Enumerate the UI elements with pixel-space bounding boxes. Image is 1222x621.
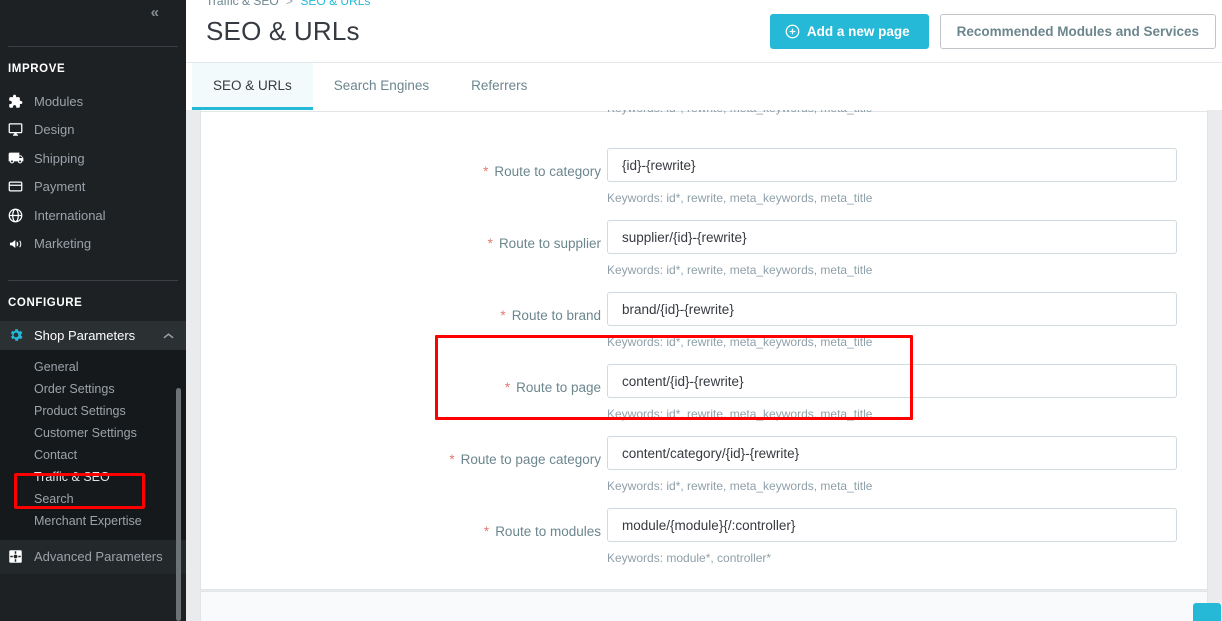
sidebar-item-modules[interactable]: Modules — [0, 87, 186, 116]
label-text: Route to page category — [461, 452, 601, 467]
sidebar-item-payment[interactable]: Payment — [0, 173, 186, 202]
route-to-modules-hint: Keywords: module*, controller* — [607, 551, 771, 565]
label-text: Route to supplier — [499, 236, 601, 251]
sidebar-subitem-traffic-and-seo[interactable]: Traffic & SEO — [0, 466, 186, 488]
page-header: Traffic & SEO > SEO & URLs SEO & URLs Ad… — [186, 0, 1222, 62]
route-to-category-input[interactable] — [607, 148, 1177, 182]
sidebar-subitem-customer-settings[interactable]: Customer Settings — [0, 422, 186, 444]
route-to-modules-field-wrap — [607, 508, 1177, 542]
sidebar-item-label: International — [34, 208, 106, 223]
sidebar-item-label: Advanced Parameters — [34, 549, 163, 564]
label-text: Route to category — [494, 164, 601, 179]
required-asterisk: * — [488, 236, 493, 251]
content-area: Keywords: id*, rewrite, meta_keywords, m… — [186, 110, 1222, 621]
add-a-new-page-label: Add a new page — [807, 24, 910, 39]
route-to-supplier-field-wrap — [607, 220, 1177, 254]
sidebar-item-design[interactable]: Design — [0, 116, 186, 145]
route-to-brand-field-wrap — [607, 292, 1177, 326]
sidebar-item-advanced-parameters[interactable]: Advanced Parameters — [0, 540, 186, 574]
required-asterisk: * — [483, 164, 488, 179]
sidebar-item-international[interactable]: International — [0, 201, 186, 230]
sidebar-subitem-contact[interactable]: Contact — [0, 444, 186, 466]
sidebar-subitem-order-settings[interactable]: Order Settings — [0, 378, 186, 400]
route-to-page-label: * Route to page — [201, 378, 601, 398]
sidebar-collapse-button[interactable]: « — [0, 0, 186, 24]
breadcrumb-parent[interactable]: Traffic & SEO — [206, 0, 279, 8]
sidebar-submenu-shop-parameters: General Order Settings Product Settings … — [0, 350, 186, 540]
previous-row-hint-cutoff: Keywords: id*, rewrite, meta_keywords, m… — [607, 110, 872, 115]
sidebar-item-marketing[interactable]: Marketing — [0, 230, 186, 259]
breadcrumb-current: SEO & URLs — [300, 0, 370, 8]
sidebar-item-label: Shipping — [34, 151, 85, 166]
route-to-page-category-label: * Route to page category — [201, 450, 601, 470]
header-actions: Add a new page Recommended Modules and S… — [770, 14, 1216, 49]
route-to-category-label: * Route to category — [201, 162, 601, 182]
route-to-page-category-input[interactable] — [607, 436, 1177, 470]
page-title: SEO & URLs — [206, 16, 360, 47]
puzzle-icon — [8, 93, 34, 109]
application-window: « IMPROVE Modules Design Shipping — [0, 0, 1222, 621]
route-to-supplier-label: * Route to supplier — [201, 234, 601, 254]
save-button[interactable] — [1193, 603, 1221, 621]
route-to-page-category-hint: Keywords: id*, rewrite, meta_keywords, m… — [607, 479, 872, 493]
required-asterisk: * — [500, 308, 505, 323]
gear-icon — [8, 327, 34, 343]
chevron-double-left-icon: « — [151, 4, 158, 21]
route-to-supplier-input[interactable] — [607, 220, 1177, 254]
truck-icon — [8, 150, 34, 166]
breadcrumb: Traffic & SEO > SEO & URLs — [206, 0, 370, 8]
route-to-page-category-field-wrap — [607, 436, 1177, 470]
label-text: Route to modules — [495, 524, 601, 539]
route-to-modules-label: * Route to modules — [201, 522, 601, 542]
sidebar-subitem-search[interactable]: Search — [0, 488, 186, 510]
tab-seo-and-urls[interactable]: SEO & URLs — [192, 63, 313, 110]
sidebar-item-label: Design — [34, 122, 74, 137]
sidebar-item-shipping[interactable]: Shipping — [0, 144, 186, 173]
add-a-new-page-button[interactable]: Add a new page — [770, 14, 929, 49]
tab-bar: SEO & URLs Search Engines Referrers — [186, 62, 1222, 110]
route-to-page-hint: Keywords: id*, rewrite, meta_keywords, m… — [607, 407, 872, 421]
cog-square-icon — [8, 549, 34, 564]
route-to-supplier-hint: Keywords: id*, rewrite, meta_keywords, m… — [607, 263, 872, 277]
route-to-modules-input[interactable] — [607, 508, 1177, 542]
breadcrumb-separator: > — [286, 0, 293, 8]
route-to-brand-input[interactable] — [607, 292, 1177, 326]
required-asterisk: * — [484, 524, 489, 539]
tab-search-engines[interactable]: Search Engines — [313, 63, 450, 110]
route-to-brand-hint: Keywords: id*, rewrite, meta_keywords, m… — [607, 335, 872, 349]
sidebar-scrollbar[interactable] — [176, 388, 181, 621]
globe-icon — [8, 207, 34, 223]
required-asterisk: * — [449, 452, 454, 467]
sidebar-item-shop-parameters[interactable]: Shop Parameters — [0, 321, 186, 350]
form-card-footer — [200, 591, 1208, 621]
label-text: Route to brand — [512, 308, 601, 323]
route-to-page-field-wrap — [607, 364, 1177, 398]
tab-referrers[interactable]: Referrers — [450, 63, 548, 110]
label-text: Route to page — [516, 380, 601, 395]
sidebar-item-label: Marketing — [34, 236, 91, 251]
credit-card-icon — [8, 179, 34, 195]
recommended-modules-and-services-button[interactable]: Recommended Modules and Services — [940, 14, 1216, 49]
sidebar-item-label: Modules — [34, 94, 83, 109]
chevron-up-icon — [163, 328, 174, 343]
route-to-page-input[interactable] — [607, 364, 1177, 398]
main-sidebar: « IMPROVE Modules Design Shipping — [0, 0, 186, 621]
required-asterisk: * — [505, 380, 510, 395]
seo-urls-form-card: Keywords: id*, rewrite, meta_keywords, m… — [200, 110, 1208, 590]
sidebar-section-improve-title: IMPROVE — [0, 47, 186, 87]
route-to-category-hint: Keywords: id*, rewrite, meta_keywords, m… — [607, 191, 872, 205]
sidebar-item-label: Shop Parameters — [34, 328, 135, 343]
route-to-brand-label: * Route to brand — [201, 306, 601, 326]
plus-circle-icon — [785, 24, 800, 39]
route-to-category-field-wrap — [607, 148, 1177, 182]
sidebar-subitem-merchant-expertise[interactable]: Merchant Expertise — [0, 510, 186, 532]
sidebar-item-label: Payment — [34, 179, 85, 194]
sidebar-subitem-general[interactable]: General — [0, 356, 186, 378]
monitor-icon — [8, 122, 34, 138]
sidebar-section-configure-title: CONFIGURE — [0, 281, 186, 321]
megaphone-icon — [8, 236, 34, 252]
sidebar-subitem-product-settings[interactable]: Product Settings — [0, 400, 186, 422]
